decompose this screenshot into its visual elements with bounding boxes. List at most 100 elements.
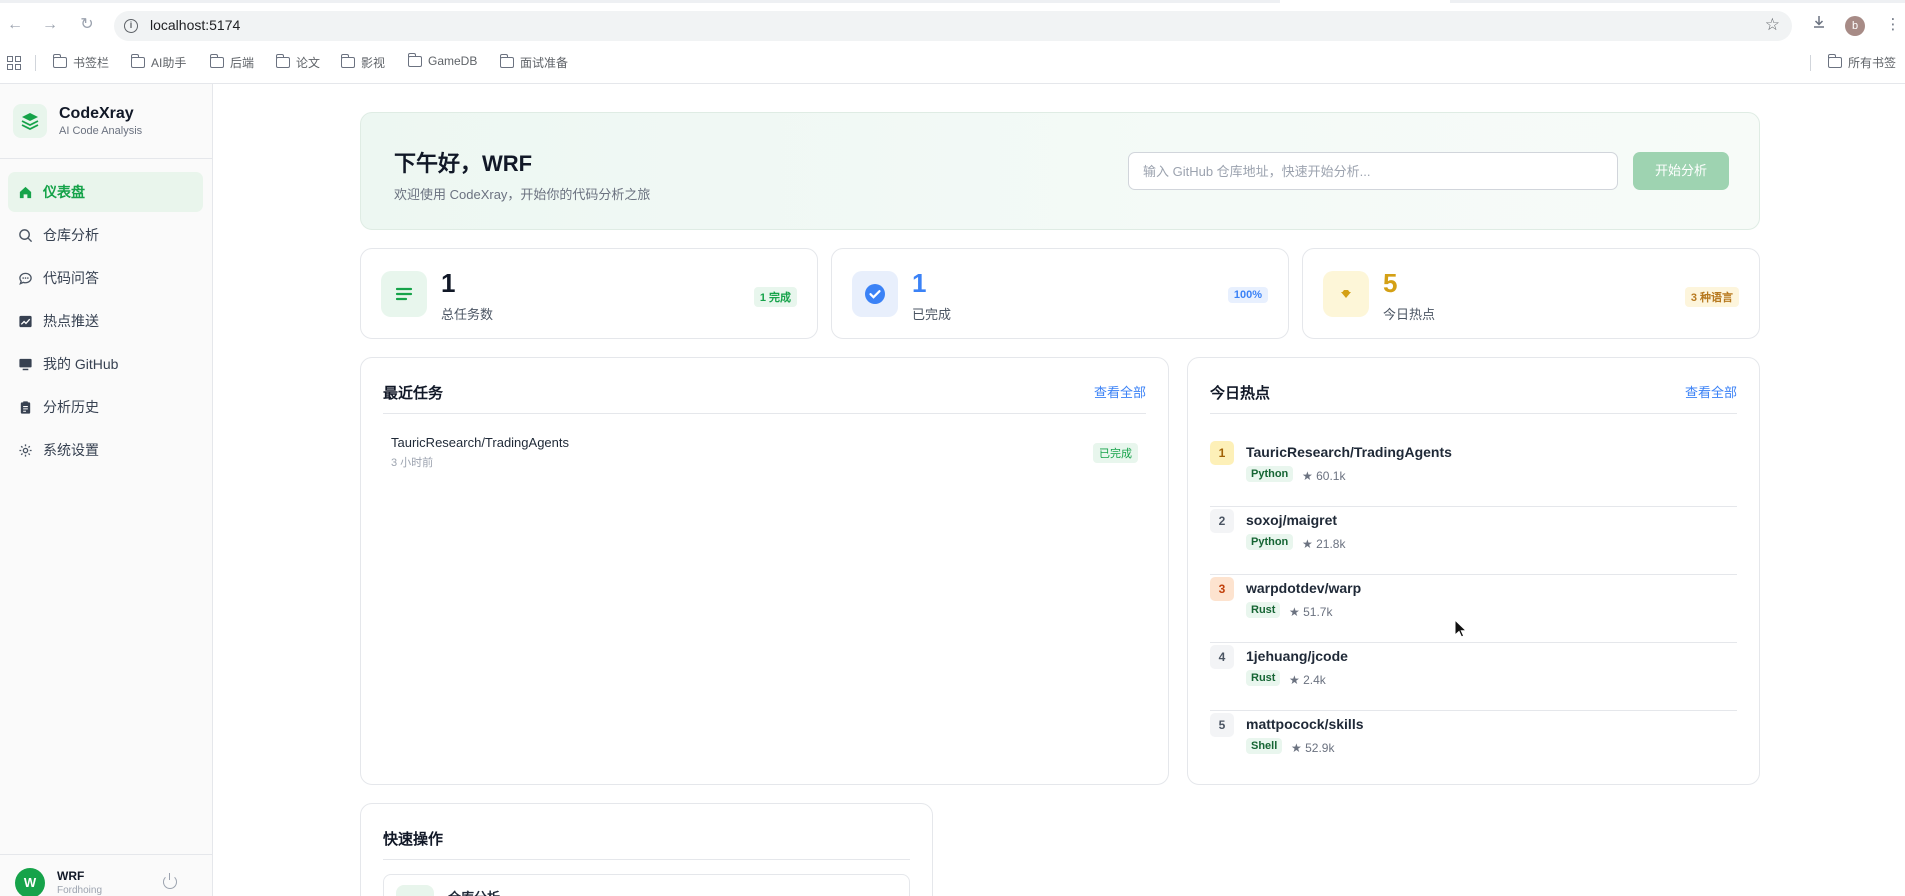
brand-name: CodeXray: [59, 105, 134, 122]
stat-value: 5: [1383, 268, 1398, 298]
stat-card-completed: 1 已完成 100%: [831, 248, 1289, 339]
profile-avatar[interactable]: b: [1845, 16, 1865, 36]
page-title: 下午好，WRF: [394, 151, 533, 176]
sidebar-item-label: 系统设置: [43, 442, 99, 458]
bookmark-star-icon[interactable]: ☆: [1765, 15, 1780, 35]
star-count: ★ 21.8k: [1302, 537, 1346, 551]
apps-icon[interactable]: [7, 56, 21, 70]
folder-icon: [53, 54, 67, 68]
sidebar-item-my-github[interactable]: 我的 GitHub: [8, 344, 203, 384]
star-icon: ★: [1302, 537, 1313, 551]
address-bar[interactable]: i localhost:5174 ☆: [114, 11, 1792, 41]
site-info-icon[interactable]: i: [124, 19, 138, 33]
bookmark-folder[interactable]: 书签栏: [53, 54, 109, 71]
table-row[interactable]: TauricResearch/TradingAgents 3 小时前 已完成: [383, 433, 1146, 473]
forward-icon[interactable]: →: [39, 14, 61, 36]
hero-subtitle: 欢迎使用 CodeXray，开始你的代码分析之旅: [394, 187, 651, 202]
check-circle-icon: [852, 271, 898, 317]
stat-value: 1: [912, 268, 927, 298]
bookmarks-bar: 书签栏 AI助手 后端 论文 影视 GameDB 面试准备 所有书签: [0, 50, 1905, 76]
view-all-link[interactable]: 查看全部: [1094, 382, 1146, 401]
sidebar-item-label: 仓库分析: [43, 227, 99, 243]
sidebar-item-label: 我的 GitHub: [43, 356, 119, 372]
bookmark-folder[interactable]: 影视: [341, 54, 385, 71]
bookmark-folder[interactable]: 后端: [210, 54, 254, 71]
user-name: WRF: [57, 869, 85, 883]
repo-name: warpdotdev/warp: [1246, 580, 1362, 596]
recent-tasks-panel: 最近任务 查看全部 TauricResearch/TradingAgents 3…: [360, 357, 1169, 785]
status-badge: 3 种语言: [1684, 287, 1739, 307]
star-icon: ★: [1291, 741, 1302, 755]
back-icon[interactable]: ←: [4, 14, 26, 36]
all-bookmarks[interactable]: 所有书签: [1828, 54, 1896, 71]
folder-icon: [131, 54, 145, 68]
list-item[interactable]: 4 1jehuang/jcode Rust ★ 2.4k: [1210, 643, 1737, 711]
stat-value: 1: [441, 268, 456, 298]
quick-action-repo-analysis[interactable]: 仓库分析: [383, 874, 910, 896]
sidebar-item-label: 代码问答: [43, 270, 99, 286]
brand[interactable]: CodeXray AI Code Analysis: [13, 104, 142, 138]
bookmark-folder[interactable]: 面试准备: [500, 54, 568, 71]
sidebar-item-label: 热点推送: [43, 313, 99, 329]
rank-badge: 4: [1210, 645, 1234, 669]
sidebar-item-trending[interactable]: 热点推送: [8, 301, 203, 341]
language-tag: Python: [1246, 466, 1294, 482]
quick-actions-panel: 快速操作 仓库分析: [360, 803, 933, 896]
list-item[interactable]: 2 soxoj/maigret Python ★ 21.8k: [1210, 507, 1737, 575]
gear-icon: [17, 442, 33, 458]
reload-icon[interactable]: ↻: [76, 14, 98, 36]
folder-icon: [500, 54, 514, 68]
layers-logo-icon: [13, 104, 47, 138]
star-count: ★ 52.9k: [1291, 741, 1335, 755]
repo-url-input[interactable]: [1128, 152, 1618, 190]
sidebar-item-repo-analysis[interactable]: 仓库分析: [8, 215, 203, 255]
stat-label: 总任务数: [441, 307, 494, 322]
download-icon[interactable]: [1808, 14, 1830, 36]
view-all-link[interactable]: 查看全部: [1685, 382, 1737, 401]
brand-subtitle: AI Code Analysis: [59, 125, 143, 137]
browser-chrome: ← → ↻ i localhost:5174 ☆ b ⋮ 书签栏 AI助手 后端…: [0, 0, 1905, 84]
list-icon: [381, 271, 427, 317]
logout-power-icon[interactable]: [163, 873, 177, 889]
bookmark-folder[interactable]: GameDB: [408, 52, 477, 68]
sidebar-item-history[interactable]: 分析历史: [8, 387, 203, 427]
status-badge: 1 完成: [753, 287, 797, 307]
search-icon: [396, 885, 434, 896]
fire-icon: [1323, 271, 1369, 317]
sidebar-item-settings[interactable]: 系统设置: [8, 430, 203, 470]
star-count: ★ 60.1k: [1302, 469, 1346, 483]
chat-icon: [17, 270, 33, 286]
folder-icon: [341, 54, 355, 68]
language-tag: Rust: [1246, 602, 1281, 618]
more-menu-icon[interactable]: ⋮: [1882, 14, 1904, 36]
list-item[interactable]: 3 warpdotdev/warp Rust ★ 51.7k: [1210, 575, 1737, 643]
bookmark-folder[interactable]: AI助手: [131, 54, 186, 71]
bookmark-folder[interactable]: 论文: [276, 54, 320, 71]
user-box: W WRF Fordhoing: [0, 854, 212, 896]
url-text[interactable]: localhost:5174: [150, 17, 240, 33]
list-item[interactable]: 5 mattpocock/skills Shell ★ 52.9k: [1210, 711, 1737, 779]
today-hot-panel: 今日热点 查看全部 1 TauricResearch/TradingAgents…: [1187, 357, 1760, 785]
sidebar-item-label: 仪表盘: [43, 184, 85, 200]
list-item[interactable]: 1 TauricResearch/TradingAgents Python ★ …: [1210, 439, 1737, 507]
avatar[interactable]: W: [15, 868, 45, 896]
repo-name: mattpocock/skills: [1246, 716, 1364, 732]
tab-strip: [0, 0, 1905, 3]
sidebar-item-dashboard[interactable]: 仪表盘: [8, 172, 203, 212]
sidebar-item-label: 分析历史: [43, 399, 99, 415]
rank-badge: 5: [1210, 713, 1234, 737]
start-analysis-button[interactable]: 开始分析: [1633, 152, 1729, 190]
home-icon: [17, 184, 33, 200]
search-icon: [17, 227, 33, 243]
panel-title: 最近任务: [383, 385, 444, 402]
stat-card-total-tasks: 1 总任务数 1 完成: [360, 248, 818, 339]
clipboard-icon: [17, 399, 33, 415]
task-name: TauricResearch/TradingAgents: [391, 435, 569, 450]
status-badge: 已完成: [1093, 443, 1138, 463]
sidebar-item-code-qa[interactable]: 代码问答: [8, 258, 203, 298]
user-status: Fordhoing: [57, 885, 103, 896]
language-tag: Python: [1246, 534, 1294, 550]
sidebar: CodeXray AI Code Analysis 仪表盘 仓库分析 代码问答 …: [0, 84, 213, 896]
stat-card-today-hot: 5 今日热点 3 种语言: [1302, 248, 1760, 339]
star-icon: ★: [1289, 605, 1300, 619]
